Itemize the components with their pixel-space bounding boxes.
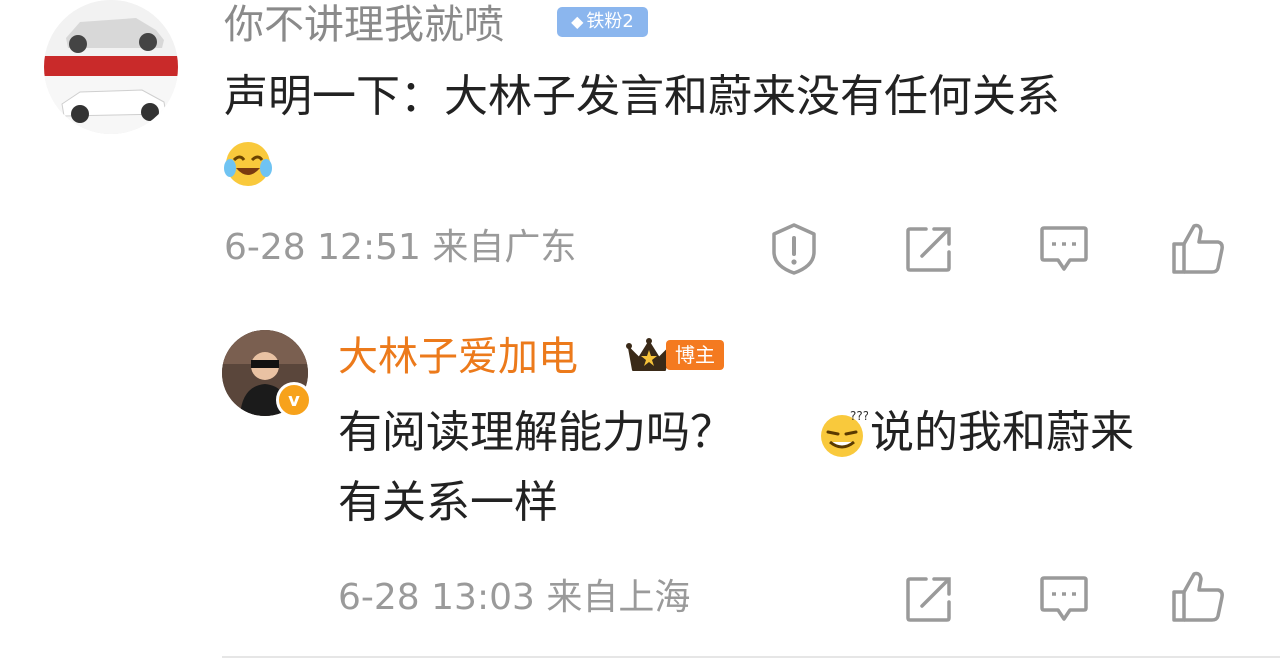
fan-badge-label: 铁粉2 xyxy=(586,11,634,32)
blogger-badge: 博主 xyxy=(666,340,724,370)
car-avatar-image xyxy=(44,0,178,134)
verified-v-icon: v xyxy=(276,382,312,418)
reply-share-icon[interactable] xyxy=(904,574,954,628)
reply-location: 来自上海 xyxy=(546,577,691,618)
comment-time: 6-28 12:51 xyxy=(224,227,421,268)
reply-like-icon[interactable] xyxy=(1170,568,1226,628)
diamond-icon: ◆ xyxy=(571,12,584,31)
reply-text-part1: 有阅读理解能力吗？ xyxy=(338,407,734,458)
comment-icon[interactable] xyxy=(1038,224,1090,278)
share-icon[interactable] xyxy=(904,224,954,278)
fan-level-badge: ◆ 铁粉2 xyxy=(557,7,648,37)
reply-text-line2: 有关系一样 xyxy=(338,477,558,528)
reply-author-name[interactable]: 大林子爱加电 xyxy=(338,334,578,380)
svg-text:???: ??? xyxy=(850,409,868,423)
comment-meta: 6-28 12:51 来自广东 xyxy=(224,226,576,270)
report-icon[interactable] xyxy=(769,222,819,280)
reply-text-part2: 说的我和蔚来 xyxy=(870,407,1134,458)
like-icon[interactable] xyxy=(1170,220,1226,280)
laughing-crying-emoji-icon xyxy=(222,138,274,190)
comment-location: 来自广东 xyxy=(432,227,577,268)
comment-text: 声明一下：大林子发言和蔚来没有任何关系 xyxy=(224,71,1060,122)
smug-emoji-icon: ??? xyxy=(816,408,869,460)
reply-comment-icon[interactable] xyxy=(1038,574,1090,628)
reply-time: 6-28 13:03 xyxy=(338,577,535,618)
comment-author-name[interactable]: 你不讲理我就喷 xyxy=(224,2,504,48)
divider xyxy=(222,656,1280,658)
reply-meta: 6-28 13:03 来自上海 xyxy=(338,576,690,620)
avatar[interactable] xyxy=(44,0,178,134)
